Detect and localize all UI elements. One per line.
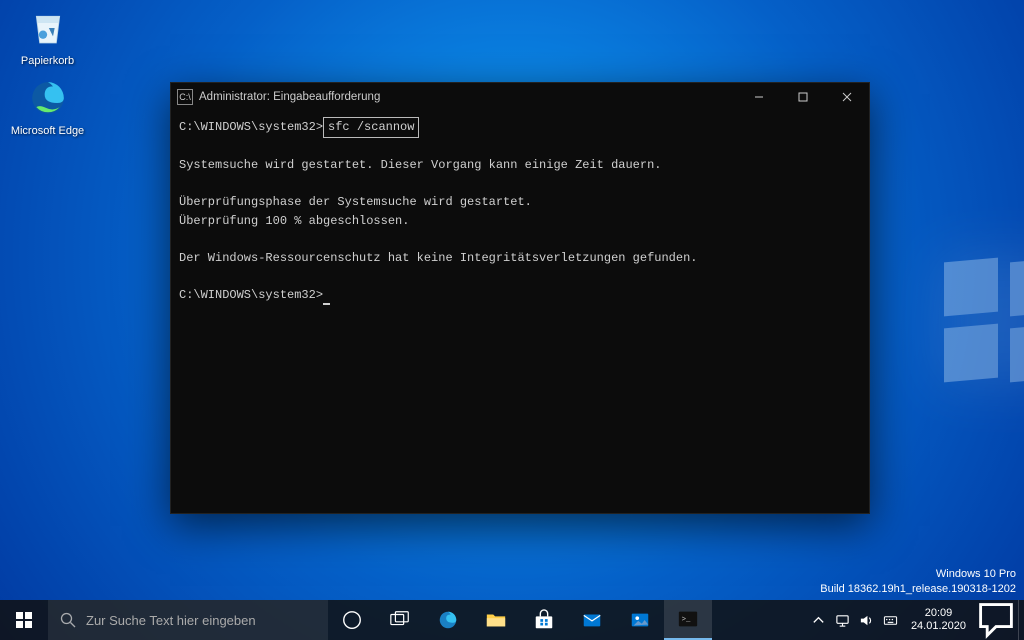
- close-button[interactable]: [825, 83, 869, 111]
- terminal-icon: >_: [677, 608, 699, 630]
- window-titlebar[interactable]: C:\ Administrator: Eingabeaufforderung: [171, 83, 869, 111]
- notification-icon: [974, 598, 1018, 640]
- network-icon: [835, 613, 850, 628]
- task-view-icon: [389, 609, 411, 631]
- clock-time: 20:09: [911, 607, 966, 620]
- output-line: Überprüfung 100 % abgeschlossen.: [179, 214, 409, 228]
- edge-browser-icon[interactable]: Microsoft Edge: [10, 78, 85, 139]
- cmd-app-icon: C:\: [177, 89, 193, 105]
- output-line: Überprüfungsphase der Systemsuche wird g…: [179, 195, 532, 209]
- recycle-bin-icon[interactable]: Papierkorb: [10, 8, 85, 69]
- speaker-icon: [859, 613, 874, 628]
- taskbar-app-store[interactable]: [520, 600, 568, 640]
- recycle-bin-label: Papierkorb: [21, 55, 74, 67]
- search-icon: [60, 612, 76, 628]
- folder-icon: [485, 609, 507, 631]
- tray-ime-button[interactable]: [879, 600, 903, 640]
- system-tray: 20:09 24.01.2020: [807, 600, 1024, 640]
- edge-icon: [437, 609, 459, 631]
- tray-overflow-button[interactable]: [807, 600, 831, 640]
- text-cursor: [323, 293, 330, 305]
- prompt-path: C:\WINDOWS\system32>: [179, 120, 323, 134]
- desktop-watermark: Windows 10 Pro Build 18362.19h1_release.…: [820, 567, 1016, 596]
- tray-network-button[interactable]: [831, 600, 855, 640]
- clock-date: 24.01.2020: [911, 620, 966, 633]
- action-center-button[interactable]: [974, 600, 1018, 640]
- taskbar-app-mail[interactable]: [568, 600, 616, 640]
- maximize-button[interactable]: [781, 83, 825, 111]
- prompt-path: C:\WINDOWS\system32>: [179, 288, 323, 302]
- cortana-icon: [341, 609, 363, 631]
- cmd-window: C:\ Administrator: Eingabeaufforderung C…: [170, 82, 870, 514]
- keyboard-icon: [883, 613, 898, 628]
- start-button[interactable]: [0, 600, 48, 640]
- window-controls: [737, 83, 869, 111]
- typed-command: sfc /scannow: [323, 117, 419, 138]
- chevron-up-icon: [811, 613, 826, 628]
- taskbar-clock[interactable]: 20:09 24.01.2020: [903, 607, 974, 633]
- watermark-line2: Build 18362.19h1_release.190318-1202: [820, 582, 1016, 596]
- svg-text:>_: >_: [682, 616, 691, 624]
- search-placeholder: Zur Suche Text hier eingeben: [86, 613, 256, 628]
- console-output[interactable]: C:\WINDOWS\system32>sfc /scannow Systems…: [171, 111, 869, 513]
- taskbar-app-cmd[interactable]: >_: [664, 600, 712, 640]
- taskbar-search[interactable]: Zur Suche Text hier eingeben: [48, 600, 328, 640]
- watermark-line1: Windows 10 Pro: [820, 567, 1016, 581]
- taskbar-app-edge[interactable]: [424, 600, 472, 640]
- task-view-button[interactable]: [376, 600, 424, 640]
- tray-volume-button[interactable]: [855, 600, 879, 640]
- minimize-button[interactable]: [737, 83, 781, 111]
- output-line: Der Windows-Ressourcenschutz hat keine I…: [179, 251, 697, 265]
- cortana-button[interactable]: [328, 600, 376, 640]
- wallpaper-windows-logo: [944, 260, 1024, 380]
- mail-icon: [581, 609, 603, 631]
- photos-icon: [629, 609, 651, 631]
- taskbar-app-photos[interactable]: [616, 600, 664, 640]
- window-title: Administrator: Eingabeaufforderung: [199, 91, 737, 103]
- output-line: Systemsuche wird gestartet. Dieser Vorga…: [179, 158, 661, 172]
- taskbar-app-explorer[interactable]: [472, 600, 520, 640]
- trash-icon: [28, 8, 68, 48]
- edge-label: Microsoft Edge: [11, 125, 84, 137]
- edge-icon: [28, 78, 68, 118]
- windows-logo-icon: [16, 612, 32, 628]
- taskbar: Zur Suche Text hier eingeben >_: [0, 600, 1024, 640]
- show-desktop-button[interactable]: [1018, 600, 1024, 640]
- store-icon: [533, 609, 555, 631]
